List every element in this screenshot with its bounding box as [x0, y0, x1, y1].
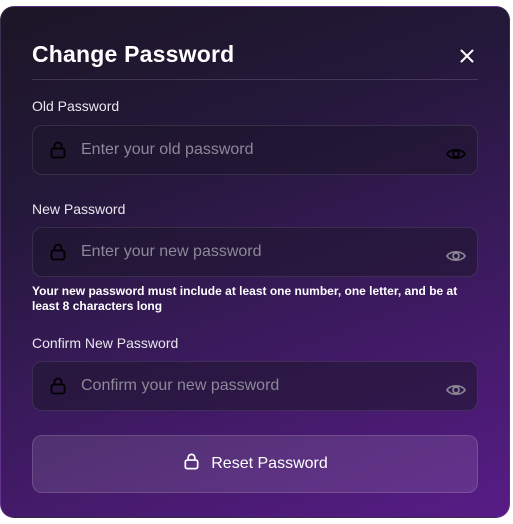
show-password-eye-icon[interactable] — [445, 379, 467, 401]
reset-password-button[interactable]: Reset Password — [32, 435, 478, 493]
password-requirements-hint: Your new password must include at least … — [32, 284, 458, 313]
new-password-field[interactable] — [32, 227, 478, 277]
change-password-dialog: Change Password Old Password New Passwor… — [0, 6, 510, 518]
confirm-password-input[interactable] — [81, 374, 421, 398]
lock-icon — [48, 140, 68, 160]
confirm-password-field[interactable] — [32, 361, 478, 411]
lock-icon — [182, 452, 201, 476]
old-password-field[interactable] — [32, 125, 478, 175]
header-divider — [32, 79, 478, 80]
close-icon[interactable] — [456, 45, 478, 67]
lock-icon — [48, 376, 68, 396]
old-password-label: Old Password — [32, 98, 120, 114]
reset-password-label: Reset Password — [211, 455, 328, 472]
old-password-input[interactable] — [81, 138, 421, 162]
lock-icon — [48, 242, 68, 262]
show-password-eye-icon[interactable] — [445, 245, 467, 267]
new-password-input[interactable] — [81, 240, 421, 264]
confirm-password-label: Confirm New Password — [32, 335, 179, 351]
show-password-eye-icon[interactable] — [445, 143, 467, 165]
dialog-title: Change Password — [32, 41, 235, 67]
new-password-label: New Password — [32, 201, 126, 217]
